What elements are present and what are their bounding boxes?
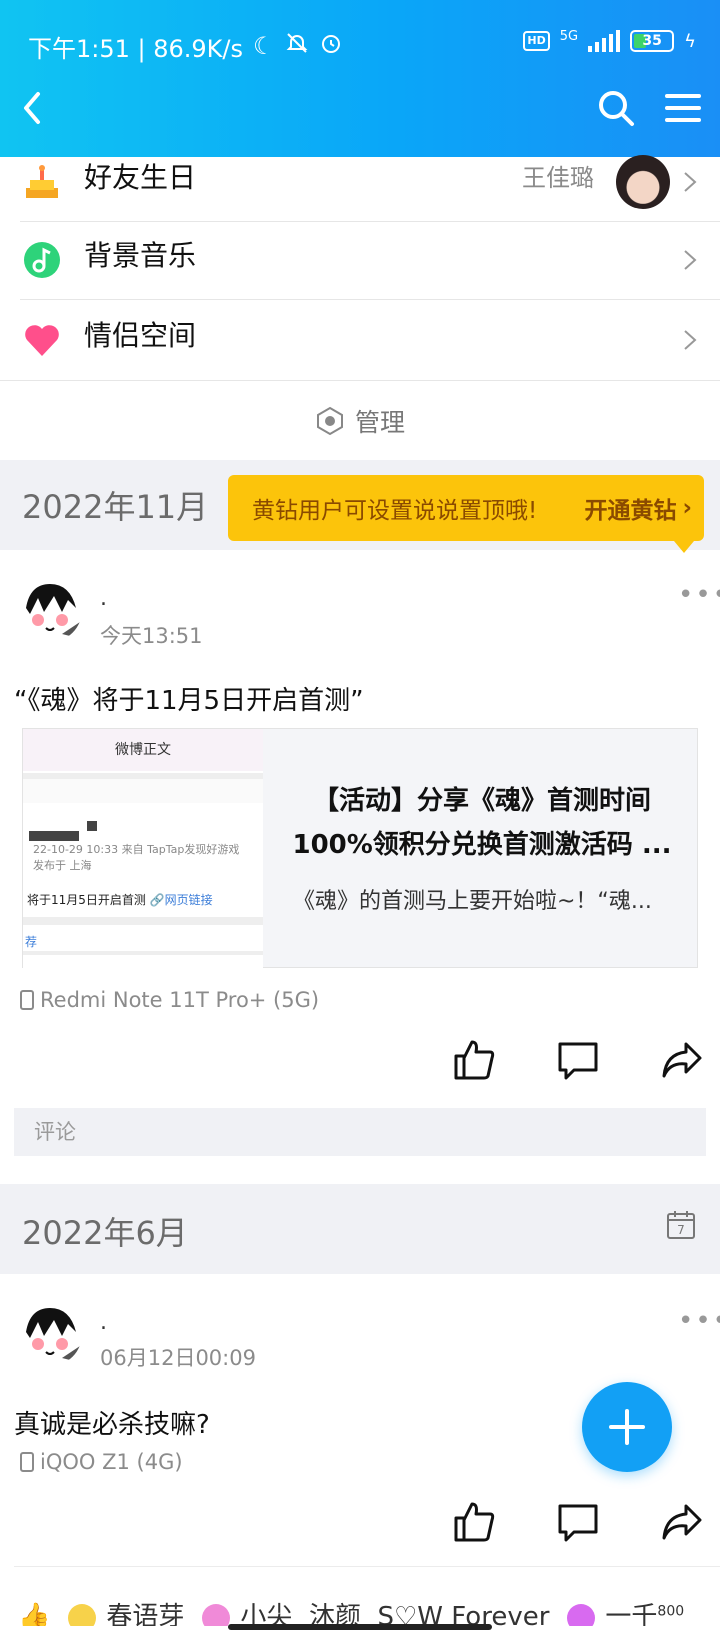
hamburger-menu-icon[interactable] bbox=[664, 90, 702, 126]
thumb-icon: 👍 bbox=[18, 1602, 51, 1626]
post-device: Redmi Note 11T Pro+ (5G) bbox=[20, 988, 319, 1012]
shared-link-card[interactable]: 微博正文 22-10-29 10:33 来自 TapTap发现好游戏 发布于 上… bbox=[22, 728, 698, 969]
heart-icon bbox=[25, 325, 59, 356]
share-icon[interactable] bbox=[660, 1500, 704, 1544]
link-card-desc: 《魂》的首测马上要开始啦~！“魂... bbox=[293, 889, 652, 914]
chevron-right-icon bbox=[684, 172, 697, 192]
phone-icon bbox=[20, 990, 34, 1010]
chevron-right-icon: › bbox=[682, 495, 692, 521]
add-post-button[interactable] bbox=[582, 1382, 672, 1472]
signal-icon bbox=[588, 30, 621, 52]
more-options-icon[interactable]: ••• bbox=[678, 580, 720, 610]
yellow-diamond-promo[interactable]: 黄钻用户可设置说说置顶哦! 开通黄钻 › bbox=[228, 475, 704, 553]
post-avatar[interactable] bbox=[18, 1302, 82, 1366]
app-header: 下午1:51 | 86.9K/s ☾ HD 5G 35 ϟ bbox=[0, 0, 720, 157]
like-icon[interactable] bbox=[452, 1500, 496, 1544]
anime-avatar-icon bbox=[18, 1302, 82, 1366]
friend-avatar[interactable] bbox=[616, 155, 670, 209]
post-time: 今天13:51 bbox=[100, 624, 203, 648]
section-year: 2022年6月 bbox=[22, 1214, 188, 1252]
battery-icon: 35 bbox=[630, 30, 675, 52]
chevron-right-icon bbox=[684, 250, 697, 270]
post-divider bbox=[14, 1566, 720, 1567]
post-text: “《魂》将于11月5日开启首测” bbox=[14, 686, 364, 716]
more-options-icon[interactable]: ••• bbox=[678, 1306, 720, 1336]
back-arrow-icon[interactable] bbox=[14, 88, 54, 128]
phone-icon bbox=[20, 1452, 34, 1472]
liker-avatar bbox=[567, 1603, 596, 1626]
settings-row-music[interactable]: 背景音乐 bbox=[0, 220, 720, 300]
birthday-friend-name: 王佳璐 bbox=[522, 164, 594, 192]
anime-avatar-icon bbox=[18, 578, 82, 642]
manage-button[interactable]: 管理 bbox=[0, 380, 720, 460]
search-icon[interactable] bbox=[596, 88, 636, 128]
settings-row-birthday[interactable]: 好友生日 王佳璐 bbox=[0, 142, 720, 222]
charging-icon: ϟ bbox=[684, 30, 696, 52]
link-thumbnail: 微博正文 22-10-29 10:33 来自 TapTap发现好游戏 发布于 上… bbox=[23, 729, 263, 969]
settings-label: 情侣空间 bbox=[84, 319, 197, 352]
share-icon[interactable] bbox=[660, 1038, 704, 1082]
status-bar: 下午1:51 | 86.9K/s ☾ bbox=[28, 26, 343, 66]
alarm-icon bbox=[319, 31, 343, 61]
link-card-title: 【活动】分享《魂》首测时间 100%领积分兑换首测激活码 ... bbox=[292, 786, 672, 860]
month-section-header: 2022年6月 bbox=[0, 1184, 720, 1274]
home-indicator[interactable] bbox=[228, 1624, 492, 1630]
settings-hexagon-icon bbox=[316, 406, 343, 435]
post-author[interactable]: . bbox=[100, 586, 107, 611]
network-type: 5G bbox=[559, 28, 579, 44]
post-author[interactable]: . bbox=[100, 1310, 107, 1335]
comment-icon[interactable] bbox=[556, 1500, 600, 1544]
status-right: HD 5G 35 ϟ bbox=[523, 28, 696, 52]
settings-label: 背景音乐 bbox=[84, 239, 197, 272]
calendar-icon[interactable]: 7 bbox=[666, 1210, 696, 1240]
hd-badge: HD bbox=[523, 31, 550, 51]
birthday-cake-icon bbox=[26, 165, 58, 198]
svg-text:7: 7 bbox=[677, 1223, 685, 1237]
settings-row-couple[interactable]: 情侣空间 bbox=[0, 300, 720, 380]
comment-icon[interactable] bbox=[556, 1038, 600, 1082]
settings-label: 好友生日 bbox=[84, 161, 197, 194]
post-text: 真诚是必杀技嘛? bbox=[14, 1410, 210, 1440]
moon-icon: ☾ bbox=[253, 32, 275, 60]
chevron-right-icon bbox=[684, 330, 697, 350]
mute-bell-icon bbox=[285, 31, 309, 61]
promo-text: 黄钻用户可设置说说置顶哦! bbox=[252, 498, 538, 524]
liker-avatar bbox=[68, 1603, 97, 1626]
qzone-page: 下午1:51 | 86.9K/s ☾ HD 5G 35 ϟ 好友生日 王佳璐 背… bbox=[0, 0, 720, 1640]
manage-label: 管理 bbox=[354, 407, 405, 437]
section-year: 2022年11月 bbox=[22, 488, 209, 526]
post-avatar[interactable] bbox=[18, 578, 82, 642]
status-time: 下午1:51 | 86.9K/s bbox=[28, 34, 244, 63]
music-note-icon bbox=[24, 242, 60, 278]
promo-cta[interactable]: 开通黄钻 › bbox=[585, 475, 692, 541]
like-icon[interactable] bbox=[452, 1038, 496, 1082]
post-time: 06月12日00:09 bbox=[100, 1346, 256, 1370]
post-device: iQOO Z1 (4G) bbox=[20, 1450, 183, 1474]
comment-input[interactable]: 评论 bbox=[14, 1108, 706, 1156]
likes-row[interactable]: 👍 春语芽 小尖 沐颜 S♡W Forever 一千800 bbox=[18, 1596, 718, 1626]
liker-avatar bbox=[202, 1603, 231, 1626]
